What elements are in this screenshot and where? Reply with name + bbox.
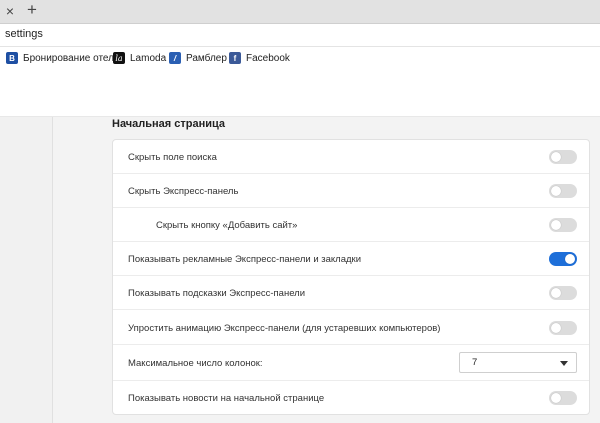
max-columns-value: 7	[472, 357, 478, 368]
hide-speed-dial-toggle[interactable]	[549, 184, 577, 198]
address-bar[interactable]: settings	[0, 24, 600, 47]
setting-label: Показывать новости на начальной странице	[128, 393, 325, 404]
new-tab-icon[interactable]: +	[24, 1, 40, 18]
bookmarks-bar: B Бронирование отел la Lamoda / Рамблер …	[0, 47, 600, 69]
facebook-favicon-icon: f	[229, 52, 241, 64]
setting-label: Скрыть поле поиска	[128, 152, 217, 163]
bookmark-label: Рамблер	[186, 52, 227, 64]
booking-favicon-icon: B	[6, 52, 18, 64]
setting-label: Показывать рекламные Экспресс-панели и з…	[128, 254, 362, 265]
setting-row-show-promo: Показывать рекламные Экспресс-панели и з…	[113, 242, 589, 276]
bookmark-booking[interactable]: B Бронирование отел	[6, 51, 115, 65]
setting-label: Упростить анимацию Экспресс-панели (для …	[128, 323, 441, 334]
lamoda-favicon-icon: la	[113, 52, 125, 64]
bookmark-facebook[interactable]: f Facebook	[229, 51, 290, 65]
bookmark-lamoda[interactable]: la Lamoda	[113, 51, 166, 65]
rambler-favicon-icon: /	[169, 52, 181, 64]
show-news-toggle[interactable]	[549, 391, 577, 405]
bookmark-label: Facebook	[246, 52, 290, 64]
address-input[interactable]: settings	[5, 28, 43, 40]
show-hints-toggle[interactable]	[549, 286, 577, 300]
setting-row-show-news: Показывать новости на начальной странице	[113, 381, 589, 414]
show-promo-toggle[interactable]	[549, 252, 577, 266]
section-title: Начальная страница	[112, 118, 226, 130]
close-tab-icon[interactable]: ×	[2, 3, 18, 19]
setting-label: Показывать подсказки Экспресс-панели	[128, 288, 306, 299]
tab-strip: × +	[0, 0, 600, 24]
hide-search-toggle[interactable]	[549, 150, 577, 164]
setting-row-show-hints: Показывать подсказки Экспресс-панели	[113, 276, 589, 310]
setting-row-max-columns: Максимальное число колонок: 7	[113, 345, 589, 381]
setting-row-simplify-animation: Упростить анимацию Экспресс-панели (для …	[113, 310, 589, 345]
settings-card: Скрыть поле поиска Скрыть Экспресс-панел…	[112, 139, 590, 415]
hide-add-site-toggle[interactable]	[549, 218, 577, 232]
setting-row-hide-add-site: Скрыть кнопку «Добавить сайт»	[113, 208, 589, 242]
setting-label: Скрыть Экспресс-панель	[128, 186, 239, 197]
bookmark-rambler[interactable]: / Рамблер	[169, 51, 227, 65]
bookmark-label: Бронирование отел	[23, 52, 115, 64]
simplify-animation-toggle[interactable]	[549, 321, 577, 335]
settings-sidebar	[0, 117, 53, 423]
setting-label: Максимальное число колонок:	[128, 358, 263, 369]
setting-row-hide-search: Скрыть поле поиска	[113, 140, 589, 174]
max-columns-select[interactable]: 7	[459, 352, 577, 373]
setting-row-hide-speed-dial: Скрыть Экспресс-панель	[113, 174, 589, 208]
page-header-area	[0, 69, 600, 117]
setting-label: Скрыть кнопку «Добавить сайт»	[156, 220, 298, 231]
chevron-down-icon	[560, 361, 568, 366]
bookmark-label: Lamoda	[130, 52, 167, 64]
